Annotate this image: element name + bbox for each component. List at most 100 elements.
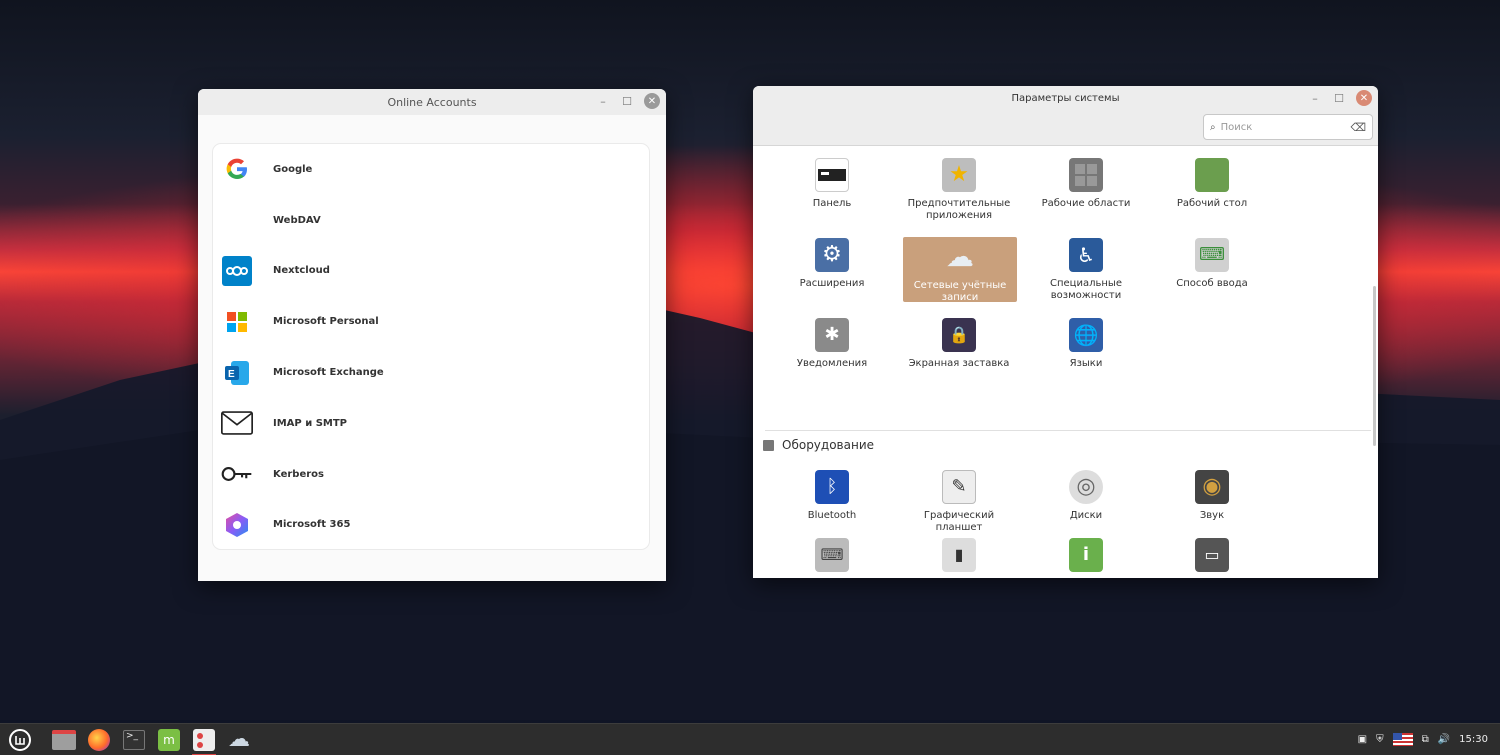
account-label: Microsoft Exchange (273, 367, 384, 379)
settings-item-sound[interactable]: ◉ Звук (1155, 470, 1269, 522)
settings-item-screensaver[interactable]: 🔒 Экранная заставка (902, 318, 1016, 370)
settings-item-languages[interactable]: 🌐 Языки (1029, 318, 1143, 370)
settings-toggle-icon (193, 728, 215, 751)
bluetooth-icon: ᛒ (815, 470, 849, 504)
section-hardware: Оборудование (763, 438, 874, 452)
google-icon (221, 153, 253, 185)
settings-titlebar[interactable]: Параметры системы – ☐ ✕ (753, 86, 1378, 110)
globe-icon: 🌐 (1069, 318, 1103, 352)
settings-item-keyboard[interactable]: ⌨ (775, 538, 889, 578)
settings-item-online-accounts[interactable]: ☁ Сетевые учётные записи (903, 237, 1017, 303)
shield-icon[interactable]: ⛨ (1376, 734, 1384, 745)
maximize-button[interactable]: ☐ (1332, 91, 1346, 105)
settings-item-tablet[interactable]: ✎ Графический планшет (902, 470, 1016, 534)
us-flag-icon[interactable] (1392, 733, 1413, 746)
firefox-launcher[interactable] (83, 724, 115, 755)
mint-menu-icon (9, 728, 31, 751)
settings-item-preferred-apps[interactable]: ★ Предпочтительные приложения (902, 158, 1016, 222)
settings-item-panel[interactable]: Панель (775, 158, 889, 210)
mouse-icon: ▮ (942, 538, 976, 572)
online-accounts-task[interactable]: ☁ (223, 724, 255, 755)
close-button[interactable]: ✕ (1356, 90, 1372, 106)
system-tray: ▣ ⛨ ⧉ 🔊 15:30 (1358, 733, 1500, 746)
settings-item-extensions[interactable]: ⚙ Расширения (775, 238, 889, 290)
accessibility-icon: ♿ (1069, 238, 1103, 272)
settings-item-notifications[interactable]: ✱ Уведомления (775, 318, 889, 370)
printer-icon: ▭ (1195, 538, 1229, 572)
account-microsoft-personal[interactable]: Microsoft Personal (213, 296, 649, 347)
system-settings-window: Параметры системы – ☐ ✕ ⌕ Поиск ⌫ Панель… (753, 86, 1378, 578)
settings-item-input-method[interactable]: ⌨ Способ ввода (1155, 238, 1269, 290)
cloud-icon: ☁ (228, 727, 250, 752)
keyboard-icon: ⌨ (1195, 238, 1229, 272)
clipboard-icon[interactable]: ▣ (1358, 734, 1367, 745)
account-label: Google (273, 163, 313, 175)
settings-header: Параметры системы – ☐ ✕ ⌕ Поиск ⌫ (753, 86, 1378, 146)
key-icon (221, 458, 253, 490)
account-google[interactable]: Google (213, 144, 649, 195)
cloud-icon: ☁ (946, 240, 974, 273)
firefox-icon (88, 728, 110, 751)
webdav-icon (221, 204, 253, 236)
maximize-button[interactable]: ☐ (620, 94, 634, 108)
notification-icon: ✱ (815, 318, 849, 352)
account-kerberos[interactable]: Kerberos (213, 449, 649, 500)
account-microsoft-365[interactable]: Microsoft 365 (213, 500, 649, 551)
account-nextcloud[interactable]: Nextcloud (213, 246, 649, 297)
online-accounts-window: Online Accounts – ☐ ✕ Google WebDAV Next… (198, 89, 666, 581)
settings-item-accessibility[interactable]: ♿ Специальные возможности (1029, 238, 1143, 302)
account-webdav[interactable]: WebDAV (213, 195, 649, 246)
info-icon: i (1069, 538, 1103, 572)
settings-item-info[interactable]: i (1029, 538, 1143, 578)
volume-icon[interactable]: 🔊 (1438, 734, 1450, 745)
desktop-icon (1195, 158, 1229, 192)
star-icon: ★ (942, 158, 976, 192)
settings-item-desktop[interactable]: Рабочий стол (1155, 158, 1269, 210)
window-title: Online Accounts (387, 95, 477, 109)
settings-item-disks[interactable]: ◎ Диски (1029, 470, 1143, 522)
workspaces-icon (1069, 158, 1103, 192)
minimize-button[interactable]: – (1308, 91, 1322, 105)
menu-button[interactable] (4, 724, 36, 755)
minimize-button[interactable]: – (596, 94, 610, 108)
account-label: IMAP и SMTP (273, 417, 348, 429)
account-imap-smtp[interactable]: IMAP и SMTP (213, 398, 649, 449)
settings-item-mouse[interactable]: ▮ (902, 538, 1016, 578)
account-label: Microsoft Personal (273, 316, 379, 328)
lock-icon: 🔒 (942, 318, 976, 352)
clock[interactable]: 15:30 (1459, 734, 1488, 745)
taskbar: >_ m ☁ ▣ ⛨ ⧉ 🔊 15:30 (0, 723, 1500, 755)
settings-item-workspaces[interactable]: Рабочие области (1029, 158, 1143, 210)
system-settings-task[interactable] (188, 724, 220, 755)
online-accounts-titlebar[interactable]: Online Accounts – ☐ ✕ (198, 89, 666, 115)
settings-item-printers[interactable]: ▭ (1155, 538, 1269, 578)
close-button[interactable]: ✕ (644, 93, 660, 109)
file-manager-launcher[interactable] (48, 724, 80, 755)
account-label: WebDAV (273, 214, 321, 226)
tablet-icon: ✎ (942, 470, 976, 504)
hardware-section-icon (763, 439, 774, 451)
nextcloud-icon (221, 255, 253, 287)
terminal-launcher[interactable]: >_ (118, 724, 150, 755)
search-input[interactable]: ⌕ Поиск ⌫ (1203, 114, 1373, 140)
keyboard-icon: ⌨ (815, 538, 849, 572)
search-placeholder: Поиск (1220, 121, 1253, 133)
mail-icon (221, 407, 253, 439)
gear-icon: ⚙ (815, 238, 849, 272)
account-microsoft-exchange[interactable]: E Microsoft Exchange (213, 347, 649, 398)
panel-icon (815, 158, 849, 192)
mintinstall-launcher[interactable]: m (153, 724, 185, 755)
section-divider (765, 430, 1371, 431)
network-icon[interactable]: ⧉ (1422, 734, 1429, 745)
account-label: Microsoft 365 (273, 519, 351, 531)
account-label: Kerberos (273, 468, 324, 480)
account-label: Nextcloud (273, 265, 330, 277)
software-manager-icon: m (158, 728, 180, 751)
microsoft-icon (221, 306, 253, 338)
svg-text:E: E (228, 369, 235, 380)
scrollbar[interactable] (1373, 286, 1376, 446)
clear-search-icon[interactable]: ⌫ (1350, 121, 1366, 134)
search-icon: ⌕ (1210, 121, 1216, 133)
speaker-icon: ◉ (1195, 470, 1229, 504)
settings-item-bluetooth[interactable]: ᛒ Bluetooth (775, 470, 889, 522)
